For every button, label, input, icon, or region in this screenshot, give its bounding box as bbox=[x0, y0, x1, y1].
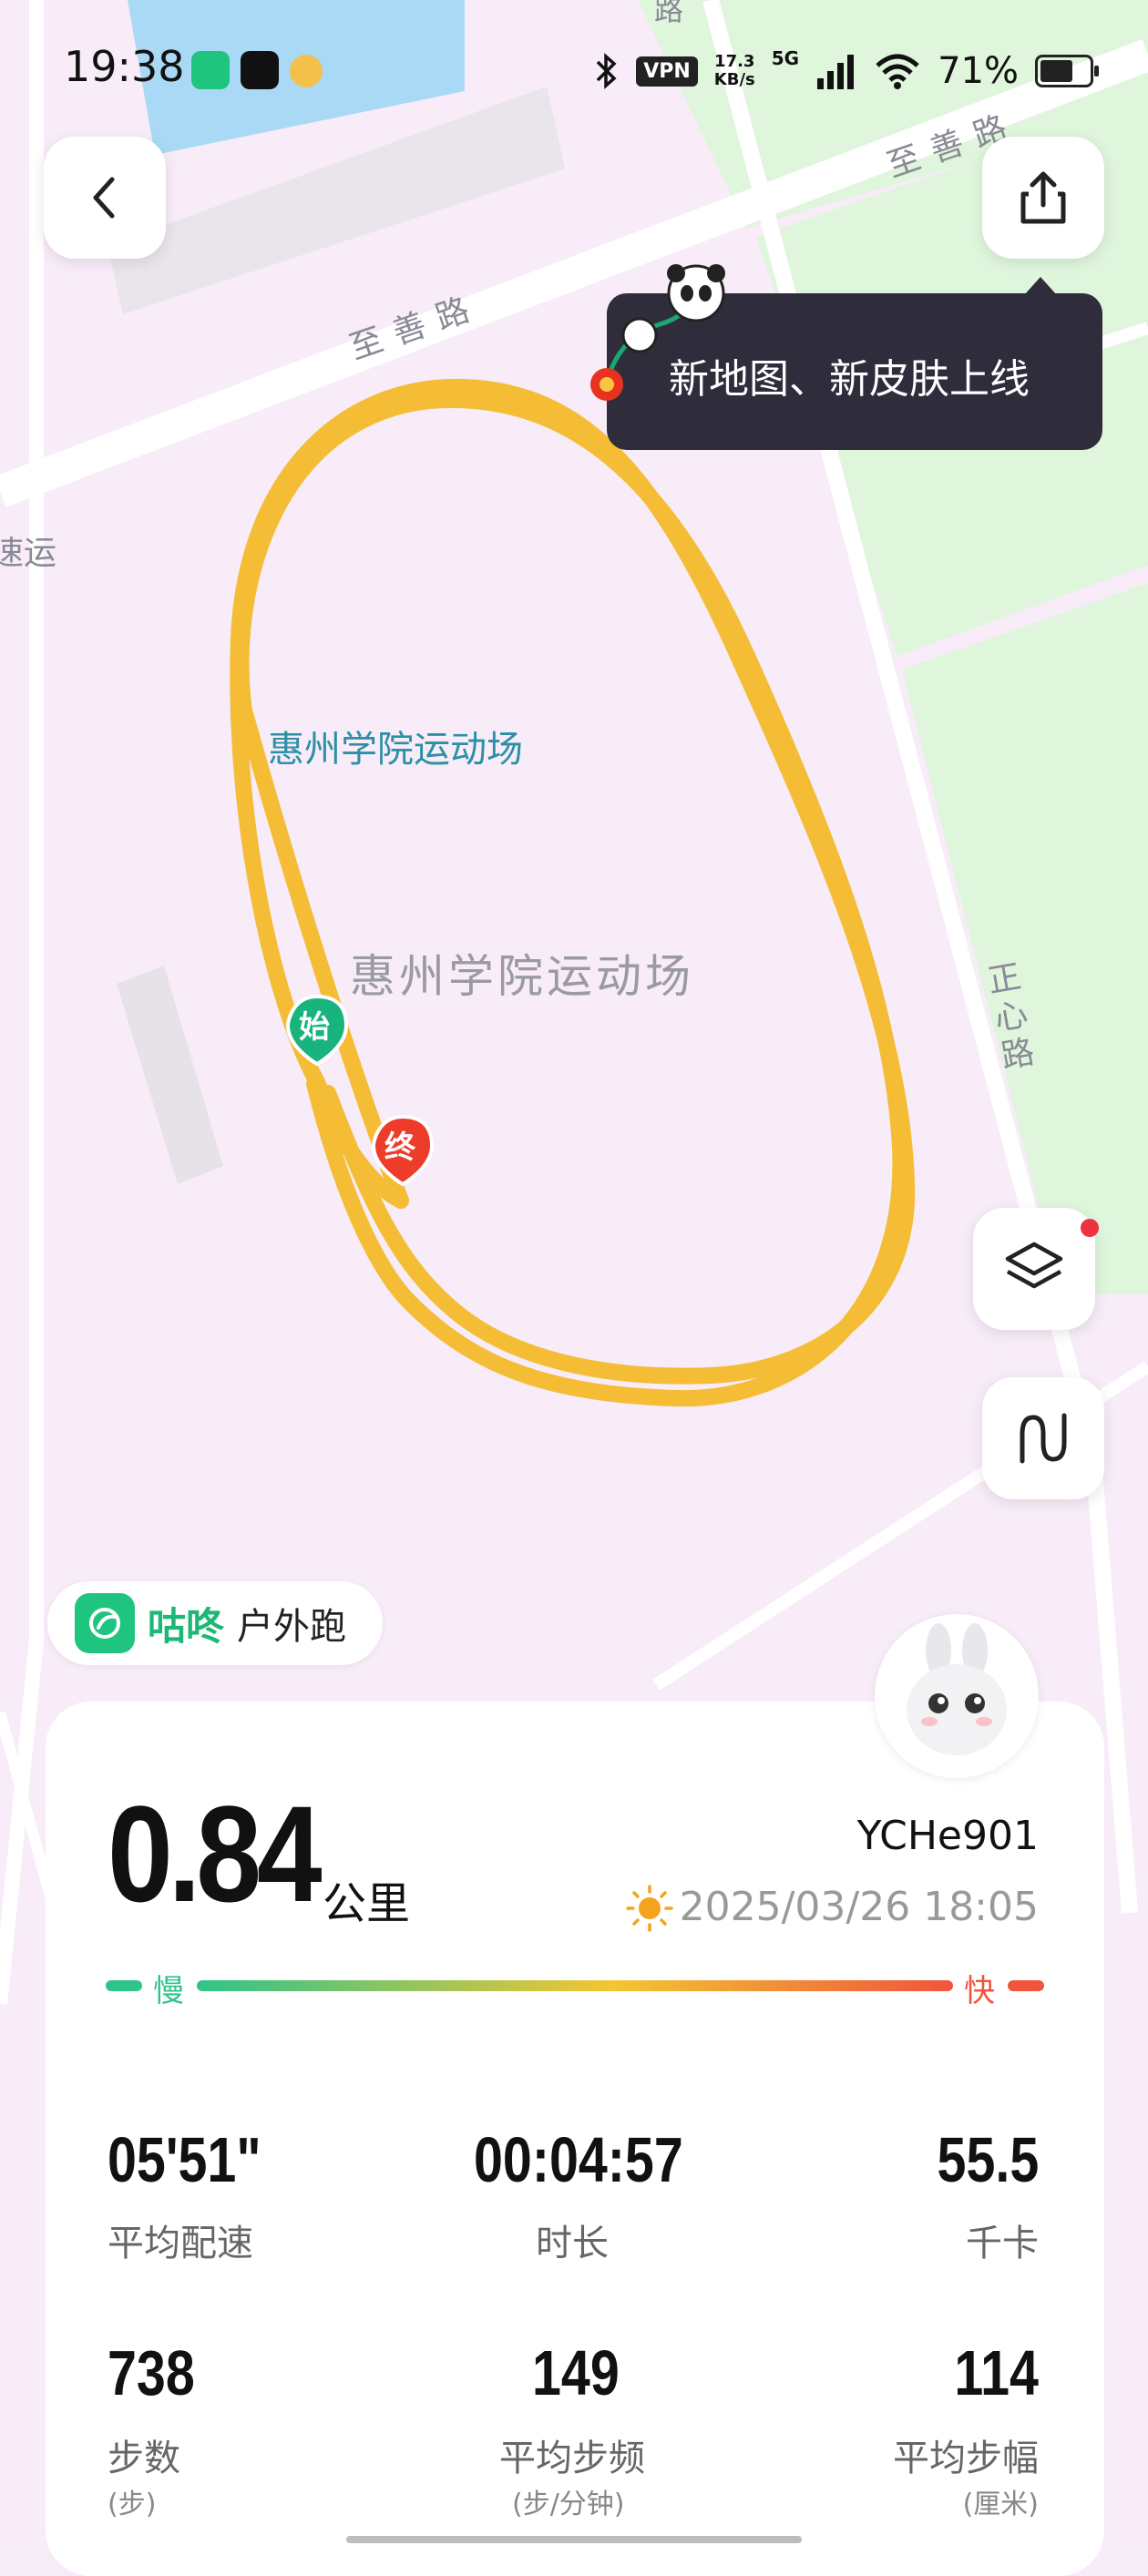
wifi-icon bbox=[876, 54, 919, 89]
map-layers-button[interactable] bbox=[973, 1208, 1095, 1330]
status-bar: 19:38 VPN 17.3 KB/s 5G 71% bbox=[0, 0, 1148, 137]
start-marker-label: 始 bbox=[299, 1009, 330, 1046]
activity-datetime: 2025/03/26 18:05 bbox=[679, 1884, 1039, 1930]
end-marker-label: 终 bbox=[384, 1130, 415, 1166]
app-notification-icon bbox=[191, 51, 230, 89]
stat-stride-label: 平均步幅 bbox=[893, 2438, 1039, 2479]
stat-duration-label: 时长 bbox=[536, 2223, 609, 2264]
distance-unit: 公里 bbox=[323, 1878, 411, 1929]
map-label-venue-gray: 惠州学院运动场 bbox=[350, 950, 694, 1003]
rabbit-avatar-icon bbox=[907, 1623, 1007, 1755]
bluetooth-icon bbox=[596, 53, 617, 89]
battery-icon bbox=[1035, 55, 1099, 87]
vpn-badge: VPN bbox=[636, 56, 698, 87]
route-button[interactable] bbox=[982, 1377, 1104, 1499]
stat-duration-value: 00:04:57 bbox=[474, 2124, 683, 2195]
distance-value: 0.84 bbox=[108, 1777, 323, 1930]
stat-avg-pace-value: 05'51" bbox=[108, 2124, 261, 2195]
status-time: 19:38 bbox=[64, 42, 185, 91]
pace-legend bbox=[106, 1966, 1044, 2006]
stat-calories-label: 千卡 bbox=[966, 2223, 1039, 2264]
layers-icon bbox=[1005, 1242, 1063, 1289]
username: YCHe901 bbox=[856, 1813, 1039, 1859]
stat-stride-unit: (厘米) bbox=[962, 2489, 1039, 2520]
codoon-logo-icon bbox=[75, 1593, 135, 1653]
brand-pill: 咕咚 户外跑 bbox=[47, 1581, 384, 1665]
chevron-left-icon bbox=[93, 177, 115, 219]
stat-stride-value: 114 bbox=[954, 2337, 1039, 2408]
back-button[interactable] bbox=[44, 137, 166, 259]
notification-dot bbox=[1081, 1219, 1099, 1237]
share-button[interactable] bbox=[982, 137, 1104, 259]
activity-mode: 户外跑 bbox=[237, 1606, 347, 1648]
signal-type: 5G bbox=[771, 47, 800, 69]
pace-fast-label: 快 bbox=[964, 1973, 995, 2009]
stat-cadence-label: 平均步频 bbox=[499, 2438, 645, 2479]
stat-cadence-unit: (步/分钟) bbox=[512, 2489, 625, 2520]
home-indicator[interactable] bbox=[346, 2536, 802, 2543]
stat-cadence-value: 149 bbox=[532, 2337, 620, 2408]
stat-steps-label: 步数 bbox=[108, 2438, 180, 2479]
pace-slow-label: 慢 bbox=[153, 1973, 184, 2009]
network-speed: 17.3 KB/s bbox=[713, 52, 755, 89]
route-wave-icon bbox=[1020, 1413, 1067, 1464]
battery-percent: 71% bbox=[938, 50, 1019, 92]
map-label-venue-blue: 惠州学院运动场 bbox=[268, 729, 523, 771]
share-icon bbox=[1020, 171, 1066, 224]
app-notification-icon bbox=[241, 51, 279, 89]
map-label-road-left-fragment: 速运 bbox=[0, 535, 57, 572]
stat-avg-pace-label: 平均配速 bbox=[108, 2223, 253, 2264]
app-notification-icon bbox=[290, 55, 323, 87]
brand-name: 咕咚 bbox=[148, 1603, 225, 1649]
stat-steps-unit: (步) bbox=[108, 2489, 157, 2520]
stat-calories-value: 55.5 bbox=[937, 2124, 1039, 2195]
avatar[interactable] bbox=[875, 1614, 1039, 1778]
cellular-signal-icon bbox=[817, 55, 855, 89]
sunny-weather-icon bbox=[626, 1885, 673, 1932]
panda-mascot-icon bbox=[590, 264, 725, 401]
stat-steps-value: 738 bbox=[108, 2337, 195, 2408]
status-icons: VPN 17.3 KB/s 5G 71% bbox=[592, 46, 1099, 97]
